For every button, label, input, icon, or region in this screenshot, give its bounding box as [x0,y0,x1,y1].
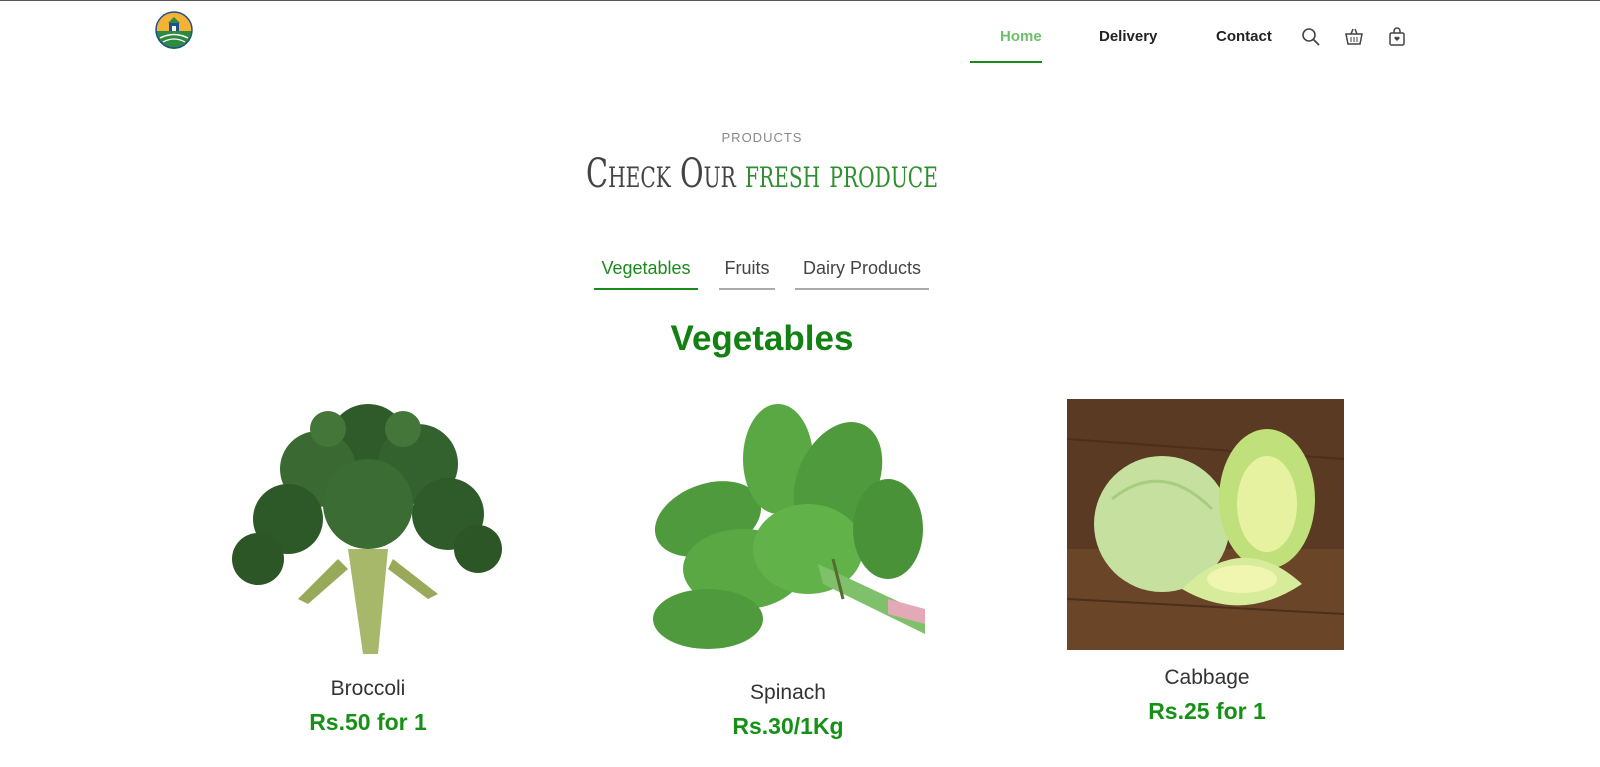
product-name: Broccoli [330,677,406,700]
product-card-cabbage[interactable]: Cabbage Rs.25 for 1 [1067,399,1347,725]
section-eyebrow: PRODUCTS [721,130,803,145]
product-card-broccoli[interactable]: Broccoli Rs.50 for 1 [228,399,508,736]
shopping-bag-icon[interactable] [1387,27,1407,47]
main-nav: Home Delivery Contact [0,1,1600,65]
tab-vegetables[interactable]: Vegetables [594,258,698,290]
product-price: Rs.50 for 1 [309,709,427,735]
nav-contact-link[interactable]: Contact [1216,28,1272,45]
broccoli-image[interactable] [228,399,505,664]
search-icon[interactable] [1301,27,1321,47]
category-title: Vegetables [670,319,854,358]
headline-part-1: Check Our [586,151,736,197]
nav-delivery-link[interactable]: Delivery [1099,28,1157,45]
section-headline: Check Our fresh produce [213,151,1310,197]
product-name: Cabbage [1164,666,1250,689]
headline-part-2: fresh produce [744,151,938,197]
cabbage-image[interactable] [1067,399,1344,650]
product-name: Spinach [750,681,826,704]
product-card-spinach[interactable]: Spinach Rs.30/1Kg [648,399,928,740]
product-price: Rs.30/1Kg [732,713,844,739]
tab-fruits[interactable]: Fruits [719,258,775,290]
tab-dairy-products[interactable]: Dairy Products [795,258,929,290]
basket-icon[interactable] [1344,27,1364,47]
product-price: Rs.25 for 1 [1148,698,1266,724]
spinach-image[interactable] [648,399,925,669]
nav-active-indicator [970,61,1042,63]
nav-home-link[interactable]: Home [1000,28,1042,45]
